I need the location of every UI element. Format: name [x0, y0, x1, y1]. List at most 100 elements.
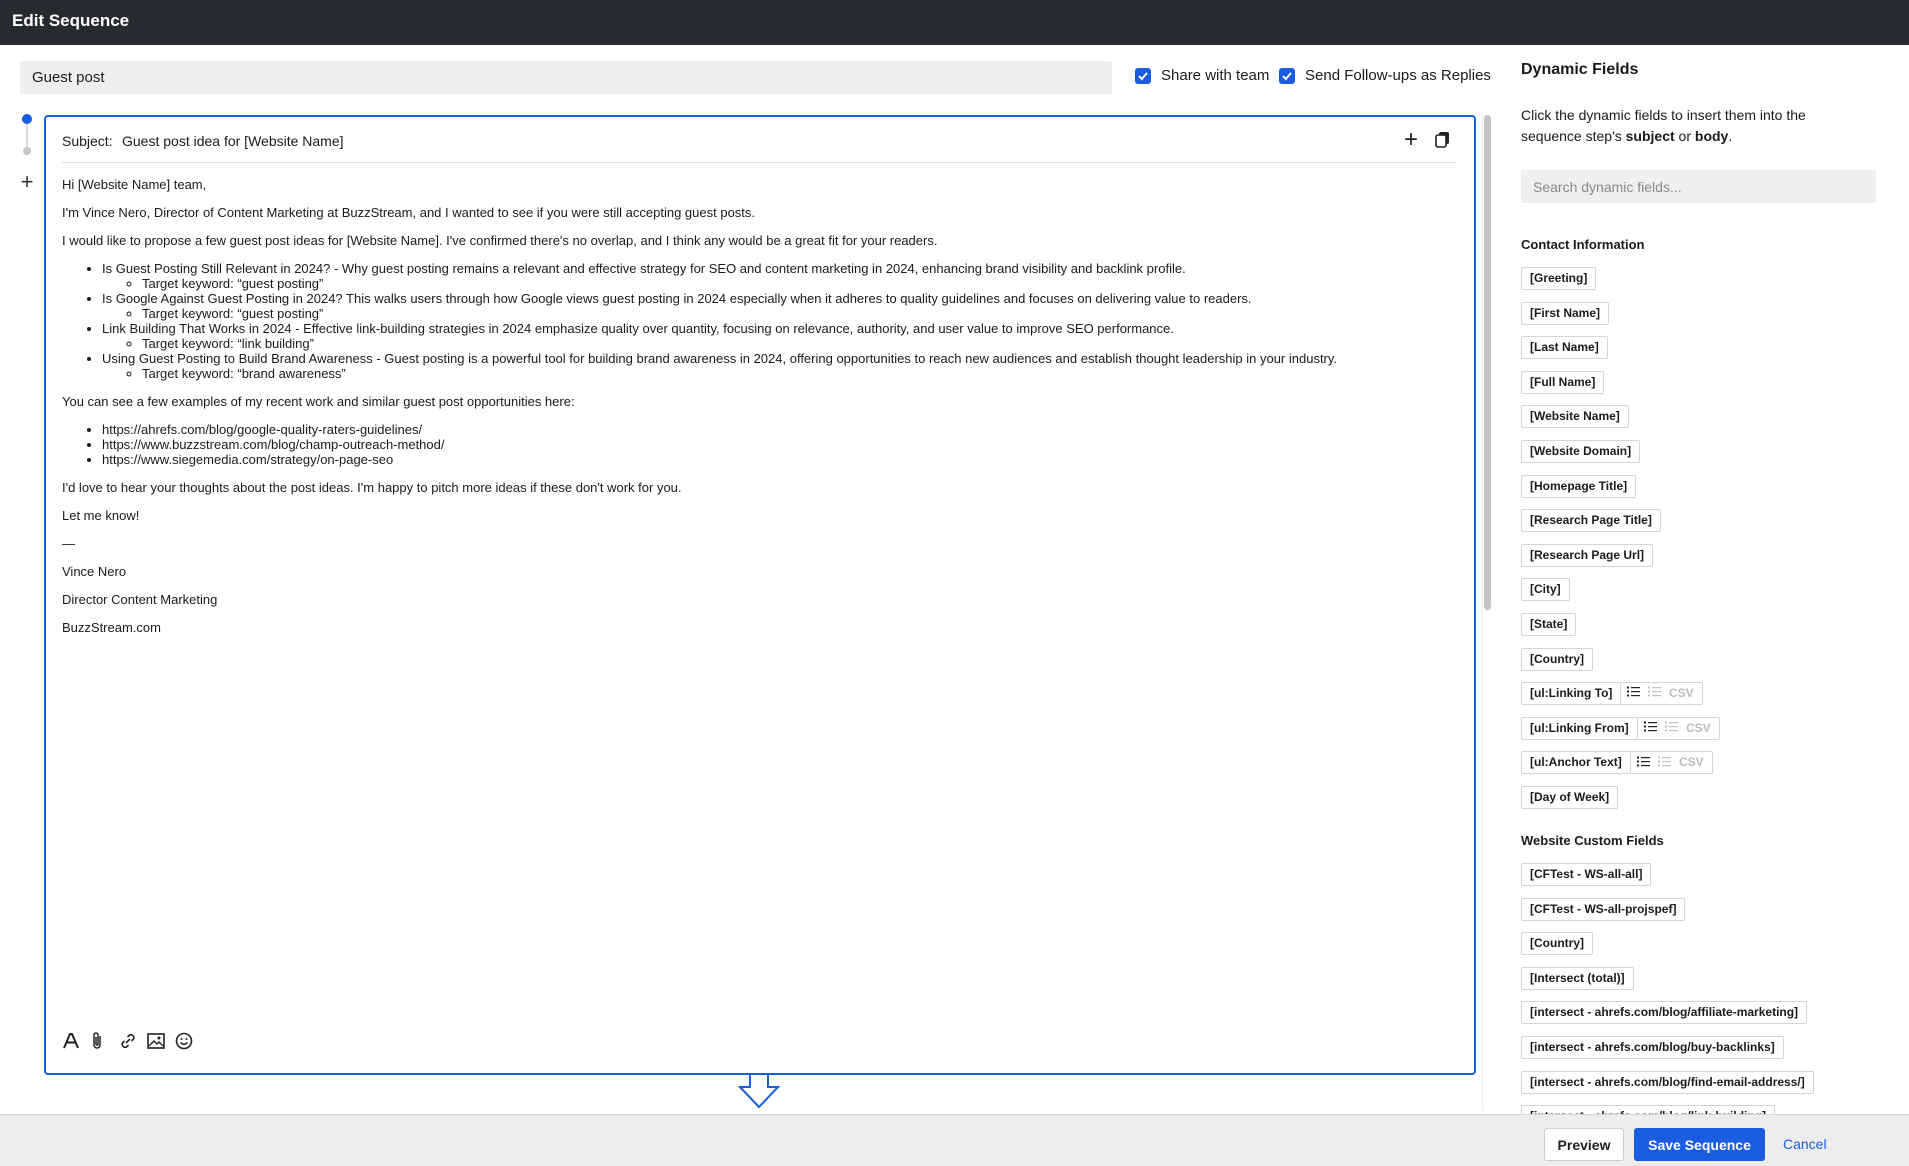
custom-field-chip[interactable]: [intersect - ahrefs.com/blog/link-buildi… [1521, 1105, 1776, 1114]
dynamic-field-chip[interactable]: [Research Page Title] [1521, 509, 1661, 533]
preview-button[interactable]: Preview [1544, 1128, 1624, 1161]
list-item: Link Building That Works in 2024 - Effec… [102, 321, 1452, 351]
body-intro: I'm Vince Nero, Director of Content Mark… [62, 205, 756, 220]
idea-text: Is Guest Posting Still Relevant in 2024?… [102, 261, 1186, 276]
panel-description: Click the dynamic fields to insert them … [1521, 105, 1861, 147]
add-variant-button[interactable]: + [1400, 128, 1422, 152]
panel-title: Dynamic Fields [1521, 61, 1639, 78]
idea-keyword: Target keyword: “guest posting” [142, 306, 1452, 321]
list-item: Is Guest Posting Still Relevant in 2024?… [102, 261, 1452, 291]
csv-option[interactable]: CSV [1669, 686, 1694, 700]
add-step-button[interactable]: + [18, 171, 36, 193]
dynamic-field-chip[interactable]: [ul:Linking To] [1521, 682, 1622, 706]
emoji-icon[interactable] [174, 1031, 194, 1053]
dynamic-field-chip[interactable]: [Day of Week] [1521, 785, 1619, 809]
cancel-link[interactable]: Cancel [1783, 1136, 1827, 1152]
list-format-options: CSV [1638, 716, 1720, 740]
csv-option[interactable]: CSV [1679, 755, 1704, 769]
dynamic-field-chip[interactable]: [ul:Anchor Text] [1521, 751, 1631, 775]
idea-keyword: Target keyword: “guest posting” [142, 276, 1452, 291]
list-format-options: CSV [1621, 682, 1703, 706]
example-link[interactable]: https://ahrefs.com/blog/google-quality-r… [102, 422, 1452, 437]
dynamic-field-chip[interactable]: [Greeting] [1521, 267, 1597, 290]
footer-bar: Preview Save Sequence Cancel [0, 1114, 1909, 1166]
copy-icon[interactable] [1434, 130, 1454, 150]
panel-desc-or: or [1674, 128, 1695, 144]
custom-field-chip[interactable]: [intersect - ahrefs.com/blog/find-email-… [1521, 1070, 1814, 1094]
scroll-track [1482, 115, 1483, 1110]
bullet-list-icon[interactable] [1644, 718, 1657, 739]
attachment-icon[interactable] [90, 1031, 110, 1053]
ideas-list: Is Guest Posting Still Relevant in 2024?… [102, 261, 1452, 381]
contact-info-heading: Contact Information [1521, 237, 1645, 252]
custom-field-chip[interactable]: [intersect - ahrefs.com/blog/buy-backlin… [1521, 1035, 1784, 1059]
dynamic-field-chip[interactable]: [ul:Linking From] [1521, 716, 1638, 740]
body-greeting: Hi [Website Name] team, [62, 177, 207, 192]
body-closing: I'd love to hear your thoughts about the… [62, 480, 682, 495]
signature-company: BuzzStream.com [62, 620, 161, 635]
share-with-team-label[interactable]: Share with team [1161, 67, 1269, 84]
panel-desc-body: body [1694, 128, 1729, 144]
numbered-list-icon[interactable] [1648, 683, 1661, 704]
editor-scrollbar[interactable] [1484, 115, 1491, 610]
idea-text: Link Building That Works in 2024 - Effec… [102, 321, 1174, 336]
idea-text: Using Guest Posting to Build Brand Aware… [102, 351, 1338, 366]
example-link[interactable]: https://www.siegemedia.com/strategy/on-p… [102, 452, 1452, 467]
numbered-list-icon[interactable] [1665, 718, 1678, 739]
share-with-team-checkbox[interactable] [1135, 68, 1151, 84]
signature-name: Vince Nero [62, 564, 127, 579]
arrow-down-icon [737, 1073, 781, 1114]
dynamic-field-chip[interactable]: [Country] [1521, 647, 1593, 671]
custom-field-chip[interactable]: [intersect - ahrefs.com/blog/affiliate-m… [1521, 1001, 1808, 1025]
numbered-list-icon[interactable] [1658, 753, 1671, 774]
list-item: Using Guest Posting to Build Brand Aware… [102, 351, 1452, 381]
subject-row[interactable]: Subject: Guest post idea for [Website Na… [62, 128, 1456, 163]
subject-input[interactable]: Guest post idea for [Website Name] [122, 133, 344, 149]
signature-title: Director Content Marketing [62, 592, 218, 607]
email-body[interactable]: Hi [Website Name] team, I'm Vince Nero, … [62, 177, 1452, 648]
send-followups-label[interactable]: Send Follow-ups as Replies [1305, 67, 1491, 84]
text-format-icon[interactable] [62, 1031, 82, 1053]
bullet-list-icon[interactable] [1637, 753, 1650, 774]
dynamic-field-chip[interactable]: [Website Name] [1521, 405, 1629, 429]
bullet-list-icon[interactable] [1627, 683, 1640, 704]
image-icon[interactable] [146, 1031, 166, 1053]
dynamic-field-chip[interactable]: [Full Name] [1521, 370, 1605, 394]
idea-keyword: Target keyword: “brand awareness” [142, 366, 1452, 381]
sequence-name-input[interactable] [20, 61, 1112, 94]
dynamic-field-chip[interactable]: [State] [1521, 612, 1577, 636]
csv-option[interactable]: CSV [1686, 721, 1711, 735]
panel-desc-end: . [1728, 128, 1733, 144]
save-sequence-button[interactable]: Save Sequence [1634, 1128, 1765, 1161]
idea-text: Is Google Against Guest Posting in 2024?… [102, 291, 1252, 306]
dynamic-field-chip[interactable]: [City] [1521, 578, 1570, 602]
title-bar: Edit Sequence [0, 0, 1909, 45]
list-item: Is Google Against Guest Posting in 2024?… [102, 291, 1452, 321]
checkmark-icon [1138, 72, 1148, 81]
dynamic-field-chip[interactable]: [Research Page Url] [1521, 543, 1654, 567]
signature-separator: — [62, 536, 75, 551]
step-editor[interactable]: Subject: Guest post idea for [Website Na… [44, 115, 1476, 1075]
dynamic-field-chip[interactable]: [Website Domain] [1521, 439, 1641, 463]
dynamic-fields-search-input[interactable] [1521, 170, 1876, 203]
dynamic-field-chip[interactable]: [Last Name] [1521, 336, 1608, 360]
link-icon[interactable] [118, 1031, 138, 1053]
subject-label: Subject: [62, 133, 113, 149]
send-followups-checkbox[interactable] [1279, 68, 1295, 84]
example-link[interactable]: https://www.buzzstream.com/blog/champ-ou… [102, 437, 1452, 452]
idea-keyword: Target keyword: “link building” [142, 336, 1452, 351]
dynamic-field-chip[interactable]: [First Name] [1521, 301, 1610, 325]
dynamic-fields-panel: Dynamic Fields Click the dynamic fields … [1521, 45, 1909, 1114]
list-format-options: CSV [1631, 751, 1713, 775]
checkmark-icon [1282, 72, 1292, 81]
body-proposal: I would like to propose a few guest post… [62, 233, 938, 248]
dynamic-field-chip[interactable]: [Homepage Title] [1521, 474, 1637, 498]
body-examples-intro: You can see a few examples of my recent … [62, 394, 575, 409]
window-title: Edit Sequence [12, 11, 130, 30]
custom-field-chip[interactable]: [Country] [1521, 932, 1593, 956]
step-indicator-next[interactable] [23, 147, 31, 155]
step-indicator-active[interactable] [22, 114, 32, 124]
custom-field-chip[interactable]: [CFTest - WS-all-all] [1521, 863, 1652, 886]
custom-field-chip[interactable]: [Intersect (total)] [1521, 966, 1634, 990]
custom-field-chip[interactable]: [CFTest - WS-all-projspef] [1521, 897, 1686, 921]
